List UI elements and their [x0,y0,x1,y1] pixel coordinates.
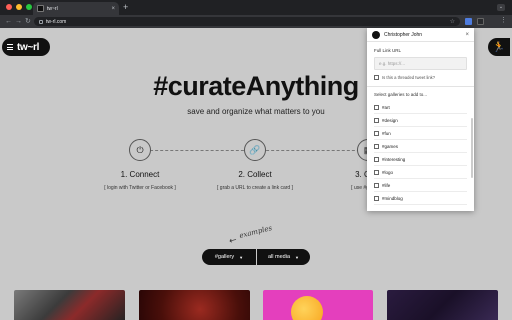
star-icon[interactable]: ☆ [450,18,455,25]
popup-header: Christopher John × [367,28,474,42]
address-bar[interactable]: tw-rl.com ☆ [34,17,460,26]
arrow-right-icon[interactable]: → [15,17,22,26]
gallery-checkbox[interactable] [374,130,379,136]
site-favicon-icon [37,5,44,12]
gallery-checkbox[interactable] [374,195,379,201]
gallery-checkbox[interactable] [374,104,379,110]
browser-tab[interactable]: tw~rl × [33,2,119,15]
gallery-option-label: #design [382,117,398,123]
tab-search-button[interactable]: ⌄ [497,4,505,11]
step-description: [ grab a URL to create a link card ] [217,185,293,191]
step-title: 1. Connect [120,170,160,179]
gallery-checkbox[interactable] [374,117,379,123]
gallery-option[interactable]: #design [374,114,467,127]
gallery-card[interactable] [139,290,250,320]
hamburger-menu-icon[interactable] [7,44,13,50]
popup-body: Full Link URL e.g. https://... Is this a… [367,42,474,205]
url-input[interactable]: e.g. https://... [374,57,467,70]
gallery-filter-dropdown[interactable]: #gallery ▼ [202,249,256,265]
chevron-down-icon: ▼ [239,254,244,260]
threaded-tweet-option[interactable]: Is this a threaded tweet link? [374,75,467,80]
gallery-option[interactable]: #life [374,179,467,192]
close-icon[interactable]: × [465,32,469,38]
step-title: 2. Collect [238,170,272,179]
threaded-tweet-checkbox[interactable] [374,75,379,80]
media-filter-dropdown[interactable]: all media ▼ [257,249,310,265]
link-icon: 🔗 [244,139,266,161]
threaded-tweet-label: Is this a threaded tweet link? [382,75,436,80]
gallery-option-label: #art [382,104,390,110]
gallery-checkbox[interactable] [374,182,379,188]
tab-title: tw~rl [47,5,58,12]
url-field-label: Full Link URL [374,48,402,53]
gallery-checkbox[interactable] [374,143,379,149]
gallery-option-label: #interesting [382,156,406,162]
logo-text: tw~rl [17,41,40,53]
gallery-checkbox[interactable] [374,169,379,175]
site-logo[interactable]: tw~rl [2,38,50,56]
url-text[interactable]: tw-rl.com [46,19,447,25]
step-description: [ login with Twitter or Facebook ] [104,185,176,191]
gallery-option-label: #life [382,182,391,188]
extension-icon[interactable] [465,18,472,25]
basketball-image [291,296,323,320]
runner-icon[interactable]: 🏃 [488,38,510,56]
gallery-option-label: #fun [382,130,391,136]
examples-label: examples [238,224,273,240]
twirl-extension-icon[interactable] [477,18,484,25]
maximize-window-button[interactable] [26,4,32,10]
user-name: Christopher John [384,31,423,38]
gallery-option[interactable]: #fun [374,127,467,140]
gallery-card[interactable] [14,290,125,320]
divider [367,86,474,87]
gallery-card[interactable] [263,290,373,320]
gallery-option-label: #logo [382,169,394,175]
gallery-option[interactable]: #art [374,101,467,114]
new-tab-button[interactable]: + [123,3,128,12]
tab-close-icon[interactable]: × [111,6,115,12]
browser-toolbar: ← → ↻ tw-rl.com ☆ ⋮ [0,15,512,28]
gallery-list: #art #design #fun #games #interesting #l… [374,101,467,205]
extension-popup: Christopher John × Full Link URL e.g. ht… [367,28,474,211]
gallery-option-label: #games [382,143,399,149]
gallery-option-label: #mindblog [382,195,403,201]
minimize-window-button[interactable] [16,4,22,10]
gallery-filter-value: #gallery [214,254,235,260]
popup-scrollbar[interactable] [471,118,473,178]
browser-menu-icon[interactable]: ⋮ [500,16,507,26]
reload-icon[interactable]: ↻ [25,17,31,26]
gallery-checkbox[interactable] [374,156,379,162]
media-filter-value: all media [268,254,291,260]
galleries-label: Select galleries to add to... [374,92,428,97]
browser-tab-bar: tw~rl × + ⌄ [0,0,512,15]
gallery-option[interactable]: #logo [374,166,467,179]
close-window-button[interactable] [6,4,12,10]
step-connect: ⏻ 1. Connect [ login with Twitter or Fac… [80,139,200,191]
arrow-left-icon[interactable]: ← [5,17,12,26]
gallery-option[interactable]: #games [374,140,467,153]
step-collect: 🔗 2. Collect [ grab a URL to create a li… [195,139,315,191]
window-controls [6,4,32,10]
gallery-option[interactable]: #interesting [374,153,467,166]
gallery-option[interactable]: #mindblog [374,192,467,205]
plug-icon: ⏻ [129,139,151,161]
avatar [372,30,380,39]
lock-icon [39,19,43,24]
curved-arrow-icon: ↙ [227,233,239,247]
chevron-down-icon: ▼ [295,254,299,260]
gallery-card[interactable] [387,290,498,320]
